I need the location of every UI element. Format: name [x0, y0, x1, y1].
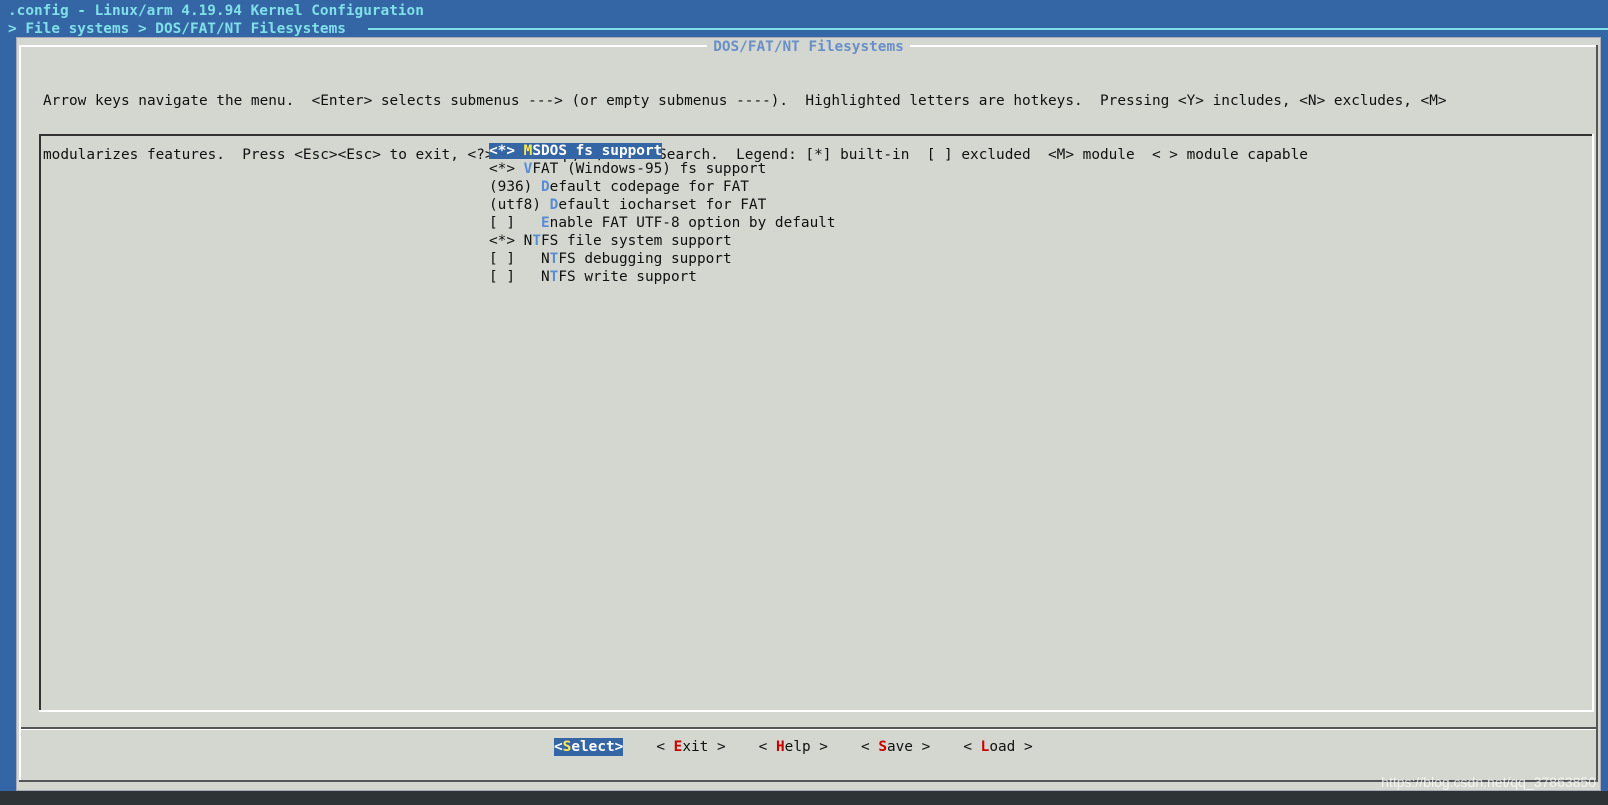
btn-hotkey: H: [775, 739, 785, 755]
menu-box-border-bottom: [39, 710, 1594, 712]
btn-open: <: [963, 739, 981, 755]
item-hotkey: D: [540, 179, 550, 195]
item-prefix: [ ] N: [489, 269, 550, 285]
item-hotkey: E: [540, 215, 550, 231]
item-hotkey: T: [532, 233, 541, 249]
dialog-title: DOS/FAT/NT Filesystems: [707, 39, 910, 55]
btn-rest: xit >: [682, 739, 726, 755]
item-text: SDOS fs support: [532, 143, 663, 159]
menu-item-codepage[interactable]: (936) Default codepage for FAT: [489, 178, 836, 196]
btn-rest: elp >: [784, 739, 828, 755]
btn-open: <: [656, 739, 674, 755]
item-text: nable FAT UTF-8 option by default: [549, 215, 836, 231]
button-separator-highlight: [21, 729, 1596, 730]
menu-list: <*> MSDOS fs support <*> VFAT (Windows-9…: [489, 142, 836, 286]
breadcrumb: > File systems > DOS/FAT/NT Filesystems: [8, 21, 346, 37]
help-button[interactable]: < Help >: [759, 738, 828, 756]
menu-box-border-top: [39, 134, 1594, 136]
item-text: efault codepage for FAT: [549, 179, 749, 195]
window-title: .config - Linux/arm 4.19.94 Kernel Confi…: [8, 3, 424, 19]
save-button[interactable]: < Save >: [861, 738, 930, 756]
item-prefix: <*> N: [489, 233, 533, 249]
watermark-text: https://blog.csdn.net/qq_37863850: [1381, 774, 1596, 790]
item-text: FS debugging support: [558, 251, 732, 267]
item-prefix: [ ]: [489, 215, 541, 231]
item-text: efault iocharset for FAT: [558, 197, 767, 213]
menu-item-msdos[interactable]: <*> MSDOS fs support: [489, 142, 836, 160]
menuconfig-dialog: DOS/FAT/NT Filesystems Arrow keys naviga…: [17, 38, 1600, 790]
item-prefix: (936): [489, 179, 541, 195]
menu-item-fat-utf8[interactable]: [ ] Enable FAT UTF-8 option by default: [489, 214, 836, 232]
btn-open: <: [554, 739, 563, 755]
item-prefix: <*>: [489, 161, 524, 177]
menu-item-label: <*> MSDOS fs support: [489, 143, 663, 159]
menu-box-border-left: [39, 134, 41, 712]
dialog-border-left: [19, 45, 21, 782]
btn-hotkey: L: [980, 739, 990, 755]
menu-item-ntfs[interactable]: <*> NTFS file system support: [489, 232, 836, 250]
item-text: FS write support: [558, 269, 697, 285]
dialog-border-bottom: [19, 780, 1598, 782]
dialog-title-wrap: DOS/FAT/NT Filesystems: [17, 38, 1600, 56]
terminal-bottom-bar: [0, 791, 1608, 805]
menu-item-vfat[interactable]: <*> VFAT (Windows-95) fs support: [489, 160, 836, 178]
breadcrumb-rule: [368, 28, 1608, 30]
menu-item-ntfs-write[interactable]: [ ] NTFS write support: [489, 268, 836, 286]
button-bar: <Select> < Exit > < Help > < Save > < Load >: [554, 738, 1066, 756]
item-prefix: [ ] N: [489, 251, 550, 267]
menu-item-ntfs-debug[interactable]: [ ] NTFS debugging support: [489, 250, 836, 268]
btn-open: <: [758, 739, 776, 755]
menu-box-border-right: [1592, 134, 1594, 712]
item-text: FS file system support: [541, 233, 732, 249]
item-prefix: <*>: [489, 143, 524, 159]
exit-button[interactable]: < Exit >: [656, 738, 725, 756]
btn-open: <: [860, 739, 879, 755]
menu-item-iocharset[interactable]: (utf8) Default iocharset for FAT: [489, 196, 836, 214]
btn-rest: oad >: [989, 739, 1033, 755]
help-line-1: Arrow keys navigate the menu. <Enter> se…: [43, 93, 1447, 109]
dialog-border-right: [1596, 45, 1598, 782]
item-prefix: (utf8): [489, 197, 550, 213]
btn-rest: elect>: [571, 739, 624, 755]
btn-rest: ave >: [886, 739, 931, 755]
item-text: FAT (Windows-95) fs support: [532, 161, 767, 177]
load-button[interactable]: < Load >: [963, 738, 1032, 756]
btn-hotkey: S: [878, 739, 887, 755]
select-button[interactable]: <Select>: [554, 738, 624, 756]
